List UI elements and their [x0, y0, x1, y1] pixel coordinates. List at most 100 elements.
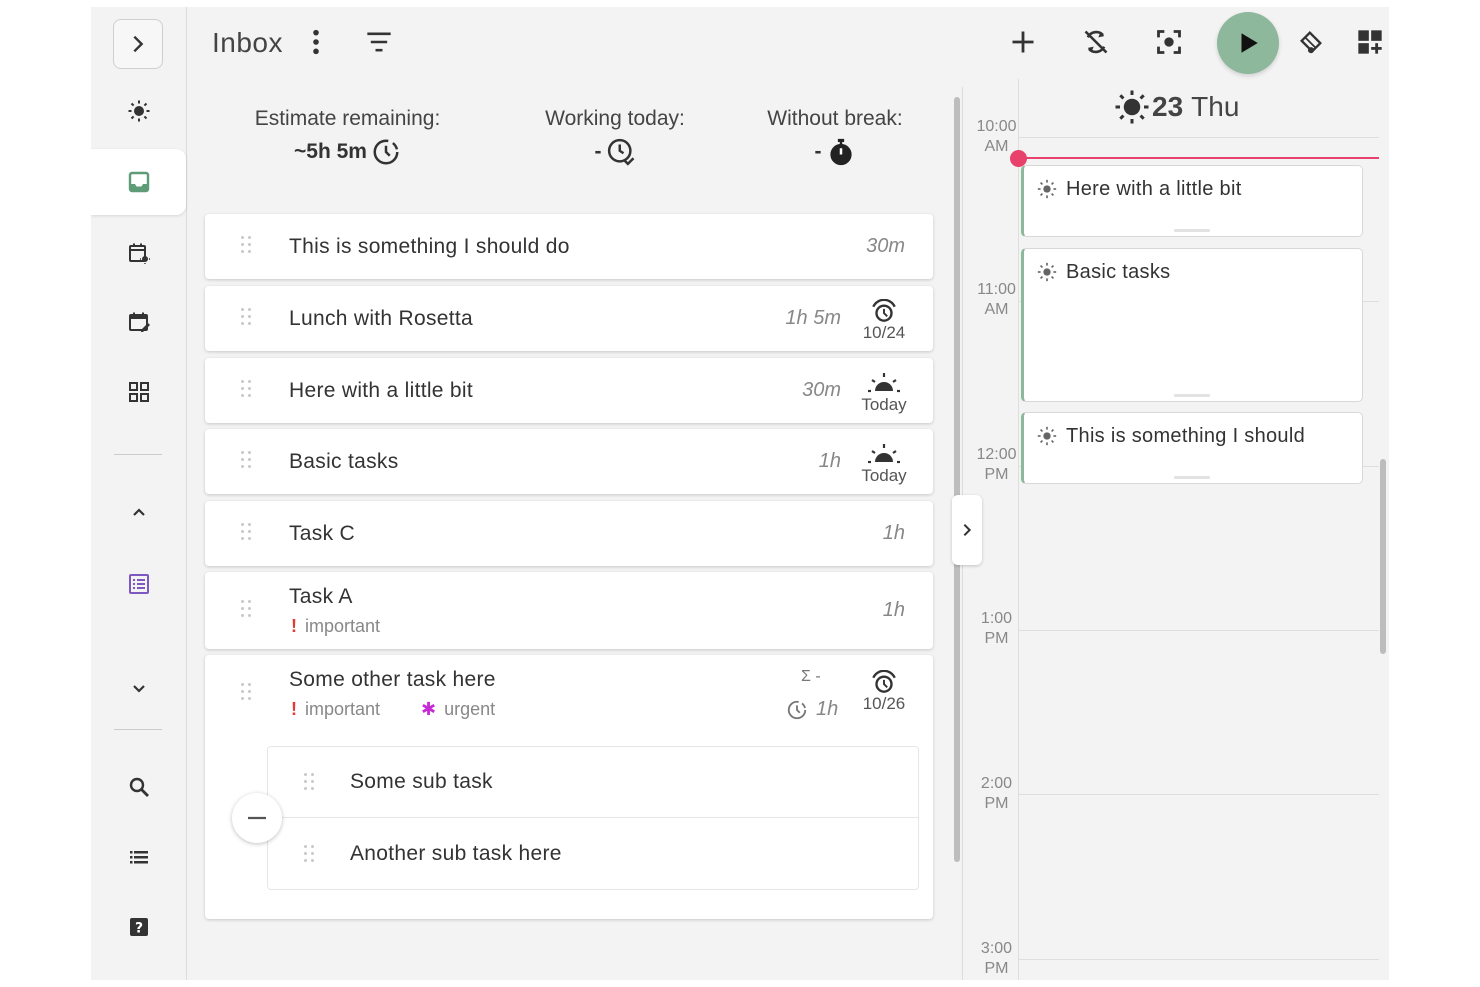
- current-time-line: [1019, 157, 1379, 159]
- sidebar-item-boards[interactable]: [91, 368, 187, 416]
- minus-icon: [248, 816, 266, 820]
- hour-label: 2:00 PM: [980, 775, 1013, 812]
- due-date-badge[interactable]: 10/26: [858, 670, 910, 714]
- estimate-remaining-label: Estimate remaining:: [254, 107, 441, 130]
- more-vertical-icon: [313, 29, 319, 55]
- expand-sidebar-button[interactable]: [113, 19, 163, 69]
- resize-handle[interactable]: [1174, 229, 1210, 232]
- task-estimate: 1h: [882, 599, 905, 621]
- scroll-down-button[interactable]: [91, 664, 187, 712]
- tag-important[interactable]: ! important: [291, 699, 380, 720]
- sunrise-icon: [868, 444, 900, 464]
- planned-today-label: Today: [861, 395, 907, 414]
- due-date-label: 10/24: [862, 323, 906, 342]
- inbox-icon: [128, 171, 149, 193]
- task-item[interactable]: This is something I should do 30m: [205, 214, 933, 279]
- today-sun-icon: [1037, 179, 1057, 199]
- task-item[interactable]: Lunch with Rosetta 1h 5m 10/24: [205, 286, 933, 351]
- task-item[interactable]: Some other task here ! important ✱ urgent …: [205, 655, 933, 919]
- estimate-remaining-metric: Estimate remaining: ~5h 5m: [225, 107, 470, 167]
- planned-today-badge[interactable]: Today: [858, 442, 910, 486]
- working-today-label: Working today:: [545, 107, 685, 130]
- resize-handle[interactable]: [1174, 394, 1210, 397]
- schedule-day-button[interactable]: [1291, 22, 1331, 62]
- tag-label: important: [305, 616, 381, 636]
- due-date-badge[interactable]: 10/24: [858, 299, 910, 343]
- calendar-axis-line: [1018, 79, 1019, 980]
- drag-handle-icon[interactable]: [241, 600, 253, 620]
- today-sun-icon: [128, 100, 150, 122]
- drag-handle-icon[interactable]: [304, 845, 316, 865]
- subtask-item[interactable]: Some sub task: [268, 747, 918, 818]
- sync-off-icon: [1084, 30, 1108, 54]
- search-icon: [129, 777, 149, 797]
- collapse-subtasks-button[interactable]: [232, 793, 282, 843]
- add-widget-icon: [1358, 30, 1382, 54]
- subtask-item[interactable]: Another sub task here: [268, 819, 918, 890]
- task-title: Here with a little bit: [289, 379, 474, 402]
- drag-handle-icon[interactable]: [241, 451, 253, 471]
- resize-handle[interactable]: [1174, 476, 1210, 479]
- hour-label: 3:00 PM: [980, 940, 1013, 977]
- sidebar-item-help[interactable]: ?: [91, 903, 187, 951]
- event-title: This is something I should: [1066, 425, 1306, 447]
- sync-button[interactable]: [1076, 22, 1116, 62]
- subtask-title: Some sub task: [350, 770, 493, 793]
- add-task-button[interactable]: [1003, 22, 1043, 62]
- add-widget-button[interactable]: [1350, 22, 1389, 62]
- drag-handle-icon[interactable]: [241, 523, 253, 543]
- sidebar-item-schedule[interactable]: [91, 298, 187, 346]
- drag-handle-icon[interactable]: [241, 236, 253, 256]
- calendar-event[interactable]: Here with a little bit: [1021, 165, 1363, 237]
- important-icon: !: [291, 616, 297, 636]
- drag-handle-icon[interactable]: [241, 308, 253, 328]
- hour-gridline: [1019, 630, 1379, 631]
- task-title: Task C: [289, 522, 355, 545]
- filter-button[interactable]: [359, 22, 399, 62]
- hour-label: 11:00 AM: [977, 281, 1016, 318]
- tag-urgent[interactable]: ✱ urgent: [421, 699, 495, 720]
- task-estimate: 1h 5m: [785, 307, 841, 329]
- more-options-button[interactable]: [296, 22, 336, 62]
- drag-handle-icon[interactable]: [304, 773, 316, 793]
- task-estimate: 1h: [816, 698, 839, 720]
- important-icon: !: [291, 699, 297, 719]
- tag-important[interactable]: ! important: [291, 616, 380, 637]
- subtask-title: Another sub task here: [350, 842, 562, 865]
- task-item[interactable]: Here with a little bit 30m Today: [205, 358, 933, 423]
- task-item[interactable]: Task A ! important 1h: [205, 572, 933, 649]
- task-item[interactable]: Basic tasks 1h Today: [205, 429, 933, 494]
- calendar-event[interactable]: This is something I should: [1021, 412, 1363, 484]
- sidebar-item-today[interactable]: [91, 87, 187, 135]
- task-title: Some other task here: [289, 668, 496, 691]
- task-estimate: 1h: [818, 450, 841, 472]
- without-break-metric: Without break: -: [735, 107, 935, 167]
- planned-today-badge[interactable]: Today: [858, 371, 910, 415]
- calendar-panel: 23 Thu 10:00 AM 11:00 AM 12:00 PM 1:00 PM 2:…: [964, 79, 1389, 980]
- sidebar-item-project[interactable]: [91, 560, 187, 608]
- tag-label: urgent: [444, 699, 496, 719]
- task-title: Basic tasks: [289, 450, 399, 473]
- sidebar-divider: [114, 729, 162, 730]
- start-tracking-button[interactable]: [1217, 12, 1279, 74]
- planned-today-label: Today: [861, 466, 907, 485]
- due-date-label: 10/26: [862, 694, 906, 713]
- sidebar-item-list[interactable]: [91, 833, 187, 881]
- calendar-event[interactable]: Basic tasks: [1021, 248, 1363, 402]
- scroll-up-button[interactable]: [91, 489, 187, 537]
- focus-mode-button[interactable]: [1149, 22, 1189, 62]
- task-estimate: 1h: [882, 522, 905, 544]
- drag-handle-icon[interactable]: [241, 380, 253, 400]
- filter-icon: [367, 32, 391, 52]
- sidebar-item-search[interactable]: [91, 763, 187, 811]
- hour-label: 1:00 PM: [980, 610, 1013, 647]
- schedule-calendar-icon: [129, 312, 150, 332]
- sidebar-item-planner[interactable]: [91, 229, 187, 277]
- sidebar-item-inbox[interactable]: [91, 149, 186, 215]
- drag-handle-icon[interactable]: [241, 683, 253, 703]
- focus-mode-icon: [1157, 30, 1181, 54]
- chevron-right-icon: [133, 35, 144, 53]
- task-item[interactable]: Task C 1h: [205, 501, 933, 566]
- calendar-scrollbar-thumb[interactable]: [1380, 459, 1386, 654]
- scrollbar-thumb[interactable]: [954, 97, 960, 862]
